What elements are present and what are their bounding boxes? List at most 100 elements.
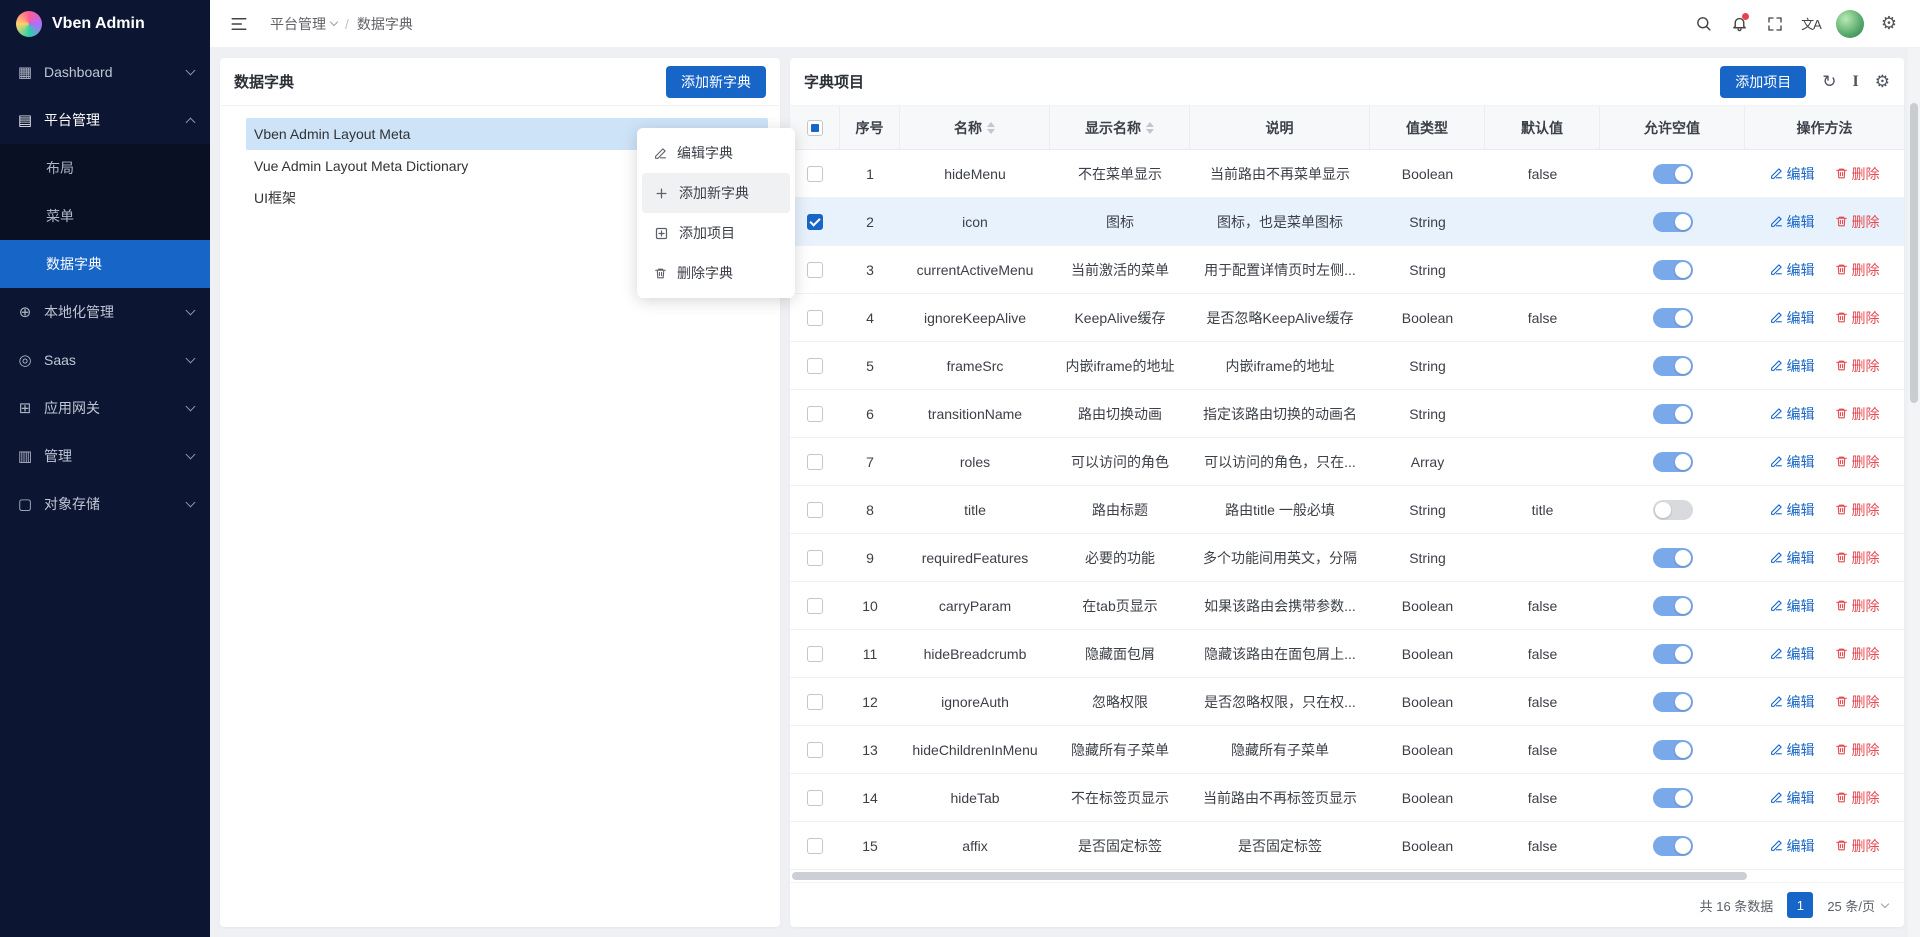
edit-link[interactable]: 编辑 [1770,596,1815,616]
allow-null-toggle[interactable] [1653,500,1693,520]
sort-carets-icon[interactable] [1146,122,1154,134]
fullscreen-icon[interactable] [1758,7,1792,41]
delete-link[interactable]: 删除 [1835,692,1880,712]
row-checkbox[interactable] [807,358,823,374]
delete-link[interactable]: 删除 [1835,548,1880,568]
delete-link[interactable]: 删除 [1835,500,1880,520]
table-row[interactable]: 5 frameSrc 内嵌iframe的地址 内嵌iframe的地址 Strin… [790,342,1904,390]
row-checkbox[interactable] [807,790,823,806]
table-row[interactable]: 9 requiredFeatures 必要的功能 多个功能间用英文，分隔 Str… [790,534,1904,582]
page-button-1[interactable]: 1 [1787,892,1813,918]
allow-null-toggle[interactable] [1653,404,1693,424]
context-menu-item[interactable]: 删除字典 [642,253,790,293]
table-row[interactable]: 15 affix 是否固定标签 是否固定标签 Boolean false 编辑 … [790,822,1904,870]
row-checkbox[interactable] [807,262,823,278]
settings-gear-icon[interactable]: ⚙ [1872,7,1906,41]
delete-link[interactable]: 删除 [1835,404,1880,424]
allow-null-toggle[interactable] [1653,212,1693,232]
table-row[interactable]: 4 ignoreKeepAlive KeepAlive缓存 是否忽略KeepAl… [790,294,1904,342]
sidebar-item-dashboard[interactable]: ▦ Dashboard [0,48,210,96]
edit-link[interactable]: 编辑 [1770,212,1815,232]
row-height-icon[interactable]: I [1853,74,1859,90]
row-checkbox[interactable] [807,598,823,614]
sidebar-item-saas[interactable]: ◎ Saas [0,336,210,384]
column-header[interactable]: 显示名称 [1050,106,1190,149]
allow-null-toggle[interactable] [1653,548,1693,568]
column-settings-icon[interactable]: ⚙ [1875,73,1890,90]
allow-null-toggle[interactable] [1653,788,1693,808]
sidebar-item-locale[interactable]: ⊕ 本地化管理 [0,288,210,336]
bell-icon[interactable] [1722,7,1756,41]
sidebar-item-gateway[interactable]: ⊞ 应用网关 [0,384,210,432]
delete-link[interactable]: 删除 [1835,452,1880,472]
collapse-menu-icon[interactable] [222,7,256,41]
select-all-checkbox[interactable] [807,120,823,136]
row-checkbox[interactable] [807,214,823,230]
scrollbar-thumb[interactable] [792,872,1747,880]
row-checkbox[interactable] [807,166,823,182]
allow-null-toggle[interactable] [1653,164,1693,184]
sidebar-item-admin[interactable]: ▥ 管理 [0,432,210,480]
row-checkbox[interactable] [807,742,823,758]
allow-null-toggle[interactable] [1653,260,1693,280]
table-row[interactable]: 1 hideMenu 不在菜单显示 当前路由不再菜单显示 Boolean fal… [790,150,1904,198]
table-row[interactable]: 14 hideTab 不在标签页显示 当前路由不再标签页显示 Boolean f… [790,774,1904,822]
table-row[interactable]: 10 carryParam 在tab页显示 如果该路由会携带参数... Bool… [790,582,1904,630]
edit-link[interactable]: 编辑 [1770,644,1815,664]
delete-link[interactable]: 删除 [1835,596,1880,616]
page-size-select[interactable]: 25 条/页 [1827,896,1888,915]
row-checkbox[interactable] [807,406,823,422]
search-icon[interactable] [1686,7,1720,41]
delete-link[interactable]: 删除 [1835,164,1880,184]
edit-link[interactable]: 编辑 [1770,308,1815,328]
allow-null-toggle[interactable] [1653,356,1693,376]
edit-link[interactable]: 编辑 [1770,404,1815,424]
row-checkbox[interactable] [807,550,823,566]
edit-link[interactable]: 编辑 [1770,164,1815,184]
app-logo[interactable]: Vben Admin [0,0,210,48]
refresh-icon[interactable]: ↻ [1822,73,1836,90]
edit-link[interactable]: 编辑 [1770,356,1815,376]
row-checkbox[interactable] [807,310,823,326]
allow-null-toggle[interactable] [1653,740,1693,760]
allow-null-toggle[interactable] [1653,692,1693,712]
context-menu-item[interactable]: 添加新字典 [642,173,790,213]
table-row[interactable]: 6 transitionName 路由切换动画 指定该路由切换的动画名 Stri… [790,390,1904,438]
sidebar-subitem-layout[interactable]: 布局 [0,144,210,192]
edit-link[interactable]: 编辑 [1770,500,1815,520]
table-row[interactable]: 13 hideChildrenInMenu 隐藏所有子菜单 隐藏所有子菜单 Bo… [790,726,1904,774]
horizontal-scrollbar[interactable] [790,870,1904,882]
allow-null-toggle[interactable] [1653,836,1693,856]
breadcrumb-item-platform[interactable]: 平台管理 [270,14,337,34]
table-row[interactable]: 11 hideBreadcrumb 隐藏面包屑 隐藏该路由在面包屑上... Bo… [790,630,1904,678]
delete-link[interactable]: 删除 [1835,740,1880,760]
row-checkbox[interactable] [807,502,823,518]
row-checkbox[interactable] [807,646,823,662]
translate-icon[interactable]: 文A [1794,7,1828,41]
allow-null-toggle[interactable] [1653,308,1693,328]
table-row[interactable]: 2 icon 图标 图标，也是菜单图标 String 编辑 删除 [790,198,1904,246]
avatar[interactable] [1836,10,1864,38]
column-header[interactable]: 名称 [900,106,1050,149]
sort-carets-icon[interactable] [987,122,995,134]
table-row[interactable]: 7 roles 可以访问的角色 可以访问的角色，只在... Array 编辑 删… [790,438,1904,486]
delete-link[interactable]: 删除 [1835,836,1880,856]
delete-link[interactable]: 删除 [1835,788,1880,808]
allow-null-toggle[interactable] [1653,596,1693,616]
edit-link[interactable]: 编辑 [1770,692,1815,712]
delete-link[interactable]: 删除 [1835,308,1880,328]
page-scrollbar[interactable] [1908,48,1920,937]
delete-link[interactable]: 删除 [1835,644,1880,664]
edit-link[interactable]: 编辑 [1770,788,1815,808]
add-item-button[interactable]: 添加项目 [1720,66,1806,98]
sidebar-subitem-menu[interactable]: 菜单 [0,192,210,240]
edit-link[interactable]: 编辑 [1770,452,1815,472]
edit-link[interactable]: 编辑 [1770,260,1815,280]
edit-link[interactable]: 编辑 [1770,740,1815,760]
add-dictionary-button[interactable]: 添加新字典 [666,66,766,98]
sidebar-subitem-dict[interactable]: 数据字典 [0,240,210,288]
context-menu-item[interactable]: 添加项目 [642,213,790,253]
page-scrollbar-thumb[interactable] [1910,103,1918,403]
table-row[interactable]: 3 currentActiveMenu 当前激活的菜单 用于配置详情页时左侧..… [790,246,1904,294]
row-checkbox[interactable] [807,694,823,710]
